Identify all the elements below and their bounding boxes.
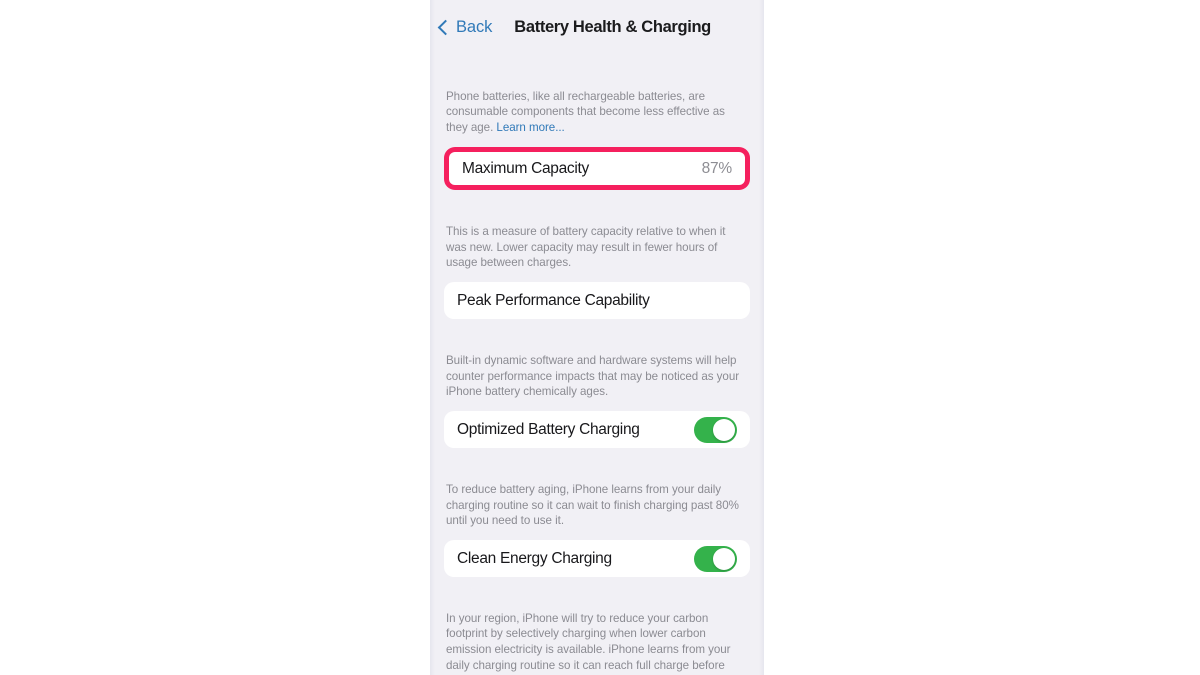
clean-energy-charging-row[interactable]: Clean Energy Charging bbox=[444, 540, 750, 578]
chevron-left-icon bbox=[437, 19, 454, 36]
learn-more-link[interactable]: Learn more... bbox=[496, 121, 564, 134]
maximum-capacity-row[interactable]: Maximum Capacity 87% bbox=[449, 152, 745, 186]
clean-energy-charging-label: Clean Energy Charging bbox=[457, 549, 612, 567]
navigation-bar: Back Battery Health & Charging bbox=[430, 0, 764, 55]
back-button-label: Back bbox=[456, 18, 493, 36]
peak-performance-label: Peak Performance Capability bbox=[457, 291, 650, 309]
maximum-capacity-label: Maximum Capacity bbox=[462, 159, 589, 177]
clean-energy-charging-toggle[interactable] bbox=[694, 545, 737, 572]
page-title: Battery Health & Charging bbox=[514, 18, 711, 36]
settings-panel: Back Battery Health & Charging Phone bat… bbox=[430, 0, 764, 675]
peak-performance-row[interactable]: Peak Performance Capability bbox=[444, 282, 750, 320]
back-button[interactable]: Back bbox=[436, 16, 496, 39]
settings-content: Phone batteries, like all rechargeable b… bbox=[430, 67, 764, 675]
clean-energy-charging-footer-text: In your region, iPhone will try to reduc… bbox=[446, 611, 731, 675]
toggle-knob bbox=[713, 418, 736, 441]
clean-energy-charging-description: In your region, iPhone will try to reduc… bbox=[444, 589, 744, 675]
maximum-capacity-highlight: Maximum Capacity 87% bbox=[444, 147, 750, 191]
maximum-capacity-description: This is a measure of battery capacity re… bbox=[446, 224, 726, 270]
maximum-capacity-value: 87% bbox=[701, 159, 733, 177]
optimized-battery-charging-label: Optimized Battery Charging bbox=[457, 420, 640, 438]
intro-text: Phone batteries, like all rechargeable b… bbox=[446, 89, 725, 134]
optimized-battery-charging-toggle[interactable] bbox=[694, 416, 737, 443]
toggle-knob bbox=[713, 547, 736, 570]
optimized-battery-charging-description: To reduce battery aging, iPhone learns f… bbox=[446, 482, 739, 528]
intro-description: Phone batteries, like all rechargeable b… bbox=[444, 67, 744, 136]
peak-performance-description: Built-in dynamic software and hardware s… bbox=[446, 353, 740, 399]
screenshot-root: Back Battery Health & Charging Phone bat… bbox=[0, 0, 1200, 675]
optimized-battery-charging-row[interactable]: Optimized Battery Charging bbox=[444, 411, 750, 449]
